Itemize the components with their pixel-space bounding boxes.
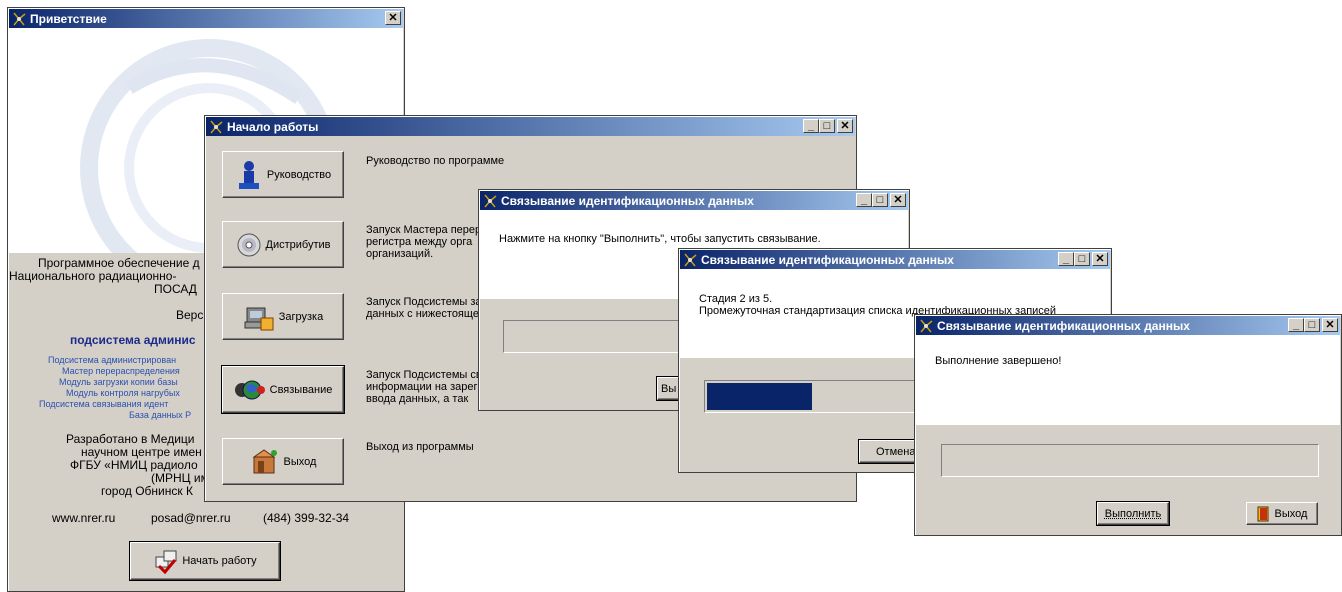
cd-icon bbox=[236, 232, 262, 258]
exit-description: Выход из программы bbox=[366, 441, 474, 453]
module-5: Подсистема связывания идент bbox=[39, 399, 169, 409]
progress-bar bbox=[941, 444, 1319, 477]
exit-door-icon bbox=[1257, 506, 1271, 522]
upload-button[interactable]: Загрузка bbox=[222, 293, 344, 340]
module-2: Мастер перераспределения bbox=[62, 366, 180, 376]
dev-line-3: ФГБУ «НМИЦ радиоло bbox=[70, 458, 198, 472]
linking-titlebar: Связывание идентификационных данных _ □ … bbox=[480, 191, 908, 210]
start-work-button[interactable]: Начать работу bbox=[129, 541, 281, 581]
close-button[interactable]: ✕ bbox=[890, 193, 906, 207]
close-button[interactable]: ✕ bbox=[837, 119, 853, 133]
linking-desc-1: Запуск Подсистемы св bbox=[366, 369, 482, 381]
instruction-text: Нажмите на кнопку "Выполнить", чтобы зап… bbox=[499, 233, 821, 245]
dev-line-5: город Обнинск К bbox=[101, 484, 193, 498]
manual-label: Руководство bbox=[266, 168, 332, 181]
maximize-button[interactable]: □ bbox=[1304, 318, 1320, 332]
upload-icon bbox=[243, 302, 275, 332]
window-title: Связывание идентификационных данных bbox=[701, 252, 954, 267]
distributive-desc-1: Запуск Мастера перер bbox=[366, 224, 482, 236]
message-panel bbox=[916, 335, 1340, 425]
dev-line-1: Разработано в Медици bbox=[66, 432, 195, 446]
exit-button[interactable]: Выход bbox=[1246, 502, 1318, 525]
maximize-button[interactable]: □ bbox=[819, 119, 835, 133]
exit-door-icon bbox=[250, 447, 280, 477]
program-line-2: Национального радиационно- bbox=[9, 269, 177, 283]
version-label: Верс bbox=[176, 308, 204, 322]
welcome-titlebar: Приветствие ✕ bbox=[9, 9, 403, 28]
window-title: Связывание идентификационных данных bbox=[937, 318, 1190, 333]
progress-fill bbox=[707, 383, 813, 410]
window-title: Начало работы bbox=[227, 119, 319, 134]
distributive-desc-3: организаций. bbox=[366, 248, 434, 260]
maximize-button[interactable]: □ bbox=[872, 193, 888, 207]
minimize-button[interactable]: _ bbox=[1288, 318, 1304, 332]
manual-icon bbox=[235, 159, 263, 191]
program-line-3: ПОСАД bbox=[154, 282, 197, 296]
app-icon bbox=[208, 119, 224, 135]
app-icon bbox=[682, 252, 698, 268]
minimize-button[interactable]: _ bbox=[1058, 252, 1074, 266]
phone-number: (484) 399-32-34 bbox=[263, 511, 350, 525]
app-icon bbox=[482, 193, 498, 209]
start-titlebar: Начало работы _ □ ✕ bbox=[206, 117, 855, 136]
email-link[interactable]: posad@nrer.ru bbox=[151, 511, 231, 525]
dev-line-2: научном центре имен bbox=[81, 445, 202, 459]
window-title: Связывание идентификационных данных bbox=[501, 193, 754, 208]
globe-icon bbox=[234, 376, 266, 404]
run-label: Выполнить bbox=[1104, 507, 1162, 520]
exit-label: Выход bbox=[1274, 507, 1308, 520]
maximize-button[interactable]: □ bbox=[1074, 252, 1090, 266]
run-label: Вы bbox=[661, 382, 677, 395]
app-icon bbox=[918, 318, 934, 334]
subsystem-title: подсистема админис bbox=[70, 333, 196, 347]
module-1: Подсистема администрирован bbox=[48, 355, 177, 365]
manual-description: Руководство по программе bbox=[366, 155, 505, 167]
exit-button[interactable]: Выход bbox=[222, 438, 344, 485]
manual-button[interactable]: Руководство bbox=[222, 151, 344, 198]
distributive-desc-2: регистра между орга bbox=[366, 236, 473, 248]
linking-label: Связывание bbox=[269, 383, 333, 396]
module-3: Модуль загрузки копии базы bbox=[59, 377, 178, 387]
website-link[interactable]: www.nrer.ru bbox=[52, 511, 115, 525]
linking-button[interactable]: Связывание bbox=[221, 365, 345, 414]
linking-desc-2: информации на зарег bbox=[366, 381, 478, 393]
linking-titlebar: Связывание идентификационных данных _ □ … bbox=[916, 316, 1340, 335]
close-button[interactable]: ✕ bbox=[1092, 252, 1108, 266]
upload-desc-2: данных с нижестояще bbox=[366, 308, 479, 320]
module-6: База данных Р bbox=[129, 410, 192, 420]
upload-desc-1: Запуск Подсистемы за bbox=[366, 296, 482, 308]
upload-label: Загрузка bbox=[278, 310, 324, 323]
run-button[interactable]: Выполнить bbox=[1096, 501, 1170, 526]
stage-text: Стадия 2 из 5. bbox=[699, 293, 773, 305]
dev-line-4: (МРНЦ им. bbox=[151, 471, 213, 485]
linking-window-done: Связывание идентификационных данных _ □ … bbox=[914, 314, 1342, 536]
distributive-label: Дистрибутив bbox=[265, 238, 331, 251]
exit-label: Выход bbox=[283, 455, 317, 468]
keys-icon bbox=[153, 548, 179, 575]
start-work-label: Начать работу bbox=[182, 555, 257, 567]
completion-message: Выполнение завершено! bbox=[935, 355, 1062, 367]
minimize-button[interactable]: _ bbox=[803, 119, 819, 133]
app-icon bbox=[11, 11, 27, 27]
linking-desc-3: ввода данных, а так bbox=[366, 393, 469, 405]
distributive-button[interactable]: Дистрибутив bbox=[222, 221, 344, 268]
cancel-label: Отмена bbox=[876, 445, 916, 458]
program-line-1: Программное обеспечение д bbox=[38, 256, 200, 270]
linking-titlebar: Связывание идентификационных данных _ □ … bbox=[680, 250, 1110, 269]
minimize-button[interactable]: _ bbox=[856, 193, 872, 207]
module-4: Модуль контроля нагрубых bbox=[66, 388, 180, 398]
close-button[interactable]: ✕ bbox=[385, 11, 401, 25]
window-title: Приветствие bbox=[30, 11, 107, 26]
close-button[interactable]: ✕ bbox=[1322, 318, 1338, 332]
